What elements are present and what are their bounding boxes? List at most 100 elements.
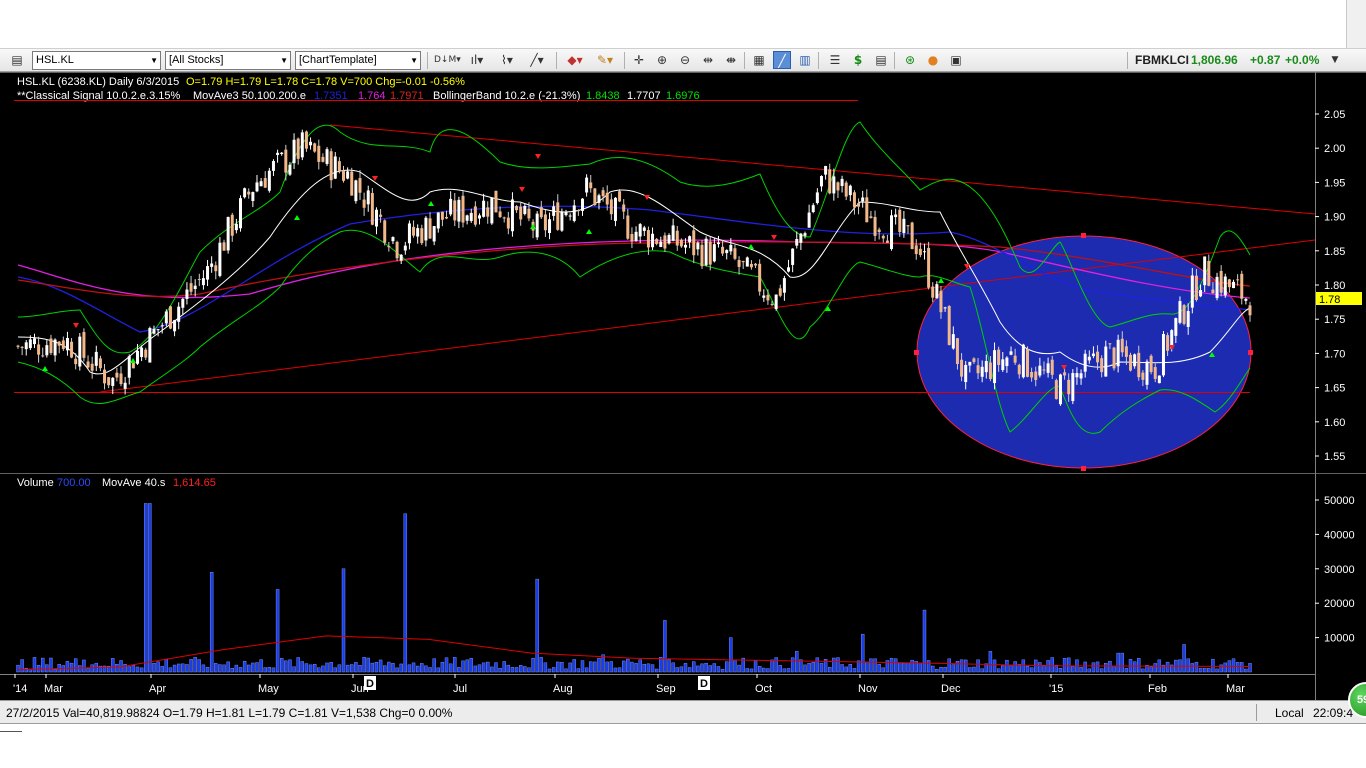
template-combo[interactable]: [ChartTemplate] ▼	[295, 51, 421, 70]
candle-body	[313, 143, 317, 152]
fit-icon[interactable]: ⇹	[699, 51, 717, 69]
volume-bar	[242, 660, 247, 673]
resistance-trendline[interactable]	[329, 124, 1316, 215]
volume-bar	[955, 661, 960, 673]
active-chart-icon[interactable]: ╱	[773, 51, 791, 69]
volume-bar	[436, 667, 440, 673]
price-tick-label: 1.65	[1324, 383, 1345, 395]
list-icon[interactable]: ☰	[826, 51, 844, 69]
candle-body	[445, 216, 449, 219]
volume-bar	[176, 663, 181, 673]
volume-bar	[444, 657, 449, 673]
time-tick-label: Mar	[44, 683, 63, 695]
volume-bar	[795, 651, 799, 673]
candle-body	[37, 344, 41, 355]
candle-body	[337, 161, 341, 171]
volume-bar	[131, 665, 136, 673]
ellipse-handle[interactable]	[1081, 233, 1086, 238]
volume-bar	[778, 665, 782, 673]
candle-body	[477, 215, 481, 219]
candle-body	[251, 192, 255, 201]
candle-body	[774, 294, 778, 310]
candle-body	[366, 190, 370, 205]
chart-type-icon[interactable]: ıl▾	[466, 51, 488, 69]
volume-bar	[251, 662, 255, 673]
chart-area[interactable]: HSL.KL (6238.KL) Daily 6/3/2015 O=1.79 H…	[0, 72, 1366, 700]
candle-body	[626, 215, 630, 239]
dividend-marker-label: D	[366, 678, 374, 690]
volume-bar	[350, 664, 354, 673]
candle-body	[865, 197, 869, 223]
volume-bar	[308, 664, 313, 673]
stock-filter-combo[interactable]: [All Stocks] ▼	[165, 51, 291, 70]
candle-body	[1133, 354, 1137, 367]
volume-bar	[1038, 662, 1042, 673]
candle-body	[309, 141, 313, 146]
scrollbar-stub[interactable]	[1346, 0, 1366, 48]
candle-body	[844, 182, 848, 197]
index-percent: +0.0%	[1285, 53, 1320, 67]
ohlc-text: O=1.79 H=1.79 L=1.78 C=1.78 V=700 Chg=-0…	[186, 76, 465, 88]
volume-bar	[597, 657, 601, 673]
volume-bar	[453, 657, 457, 673]
candle-body	[836, 182, 840, 191]
volume-bar	[1091, 662, 1096, 673]
volume-bar	[481, 662, 486, 673]
volume-bar	[280, 658, 284, 673]
volume-bar	[407, 664, 412, 673]
candle-body	[354, 180, 358, 202]
bar-chart-icon[interactable]: ▥	[796, 51, 814, 69]
draw-line-icon[interactable]: ╱▾	[526, 51, 548, 69]
indicator-icon[interactable]: ⌇▾	[496, 51, 518, 69]
candle-body	[263, 178, 267, 188]
zoom-out-icon[interactable]: ⊖	[676, 51, 694, 69]
candle-body	[552, 206, 556, 216]
scroll-icon[interactable]: ⇼	[722, 51, 740, 69]
candle-body	[819, 176, 823, 187]
volume-bar	[626, 658, 630, 673]
volume-bar-series[interactable]	[16, 503, 1252, 673]
layout-icon[interactable]: ▦	[750, 51, 768, 69]
period-icon[interactable]: D↓M▾	[434, 51, 461, 69]
toolbar-separator	[1127, 52, 1128, 69]
chart-svg[interactable]: HSL.KL (6238.KL) Daily 6/3/2015 O=1.79 H…	[0, 72, 1366, 700]
ellipse-handle[interactable]	[914, 350, 919, 355]
volume-bar	[333, 667, 337, 673]
volume-bar	[337, 664, 342, 673]
dollar-icon[interactable]: $	[849, 51, 867, 69]
chat-icon[interactable]: ●	[924, 51, 942, 69]
film-icon[interactable]: ▣	[947, 51, 965, 69]
candle-body	[960, 359, 964, 377]
color-palette-icon[interactable]: ✎▾	[594, 51, 616, 69]
window-bottom-blank	[0, 724, 1366, 768]
volume-bar	[931, 665, 935, 673]
ellipse-handle[interactable]	[1248, 350, 1253, 355]
zoom-in-icon[interactable]: ⊕	[653, 51, 671, 69]
candle-body	[1236, 279, 1240, 281]
toolbar-separator	[624, 52, 625, 69]
symbol-combo[interactable]: HSL.KL ▼	[32, 51, 161, 70]
page-icon[interactable]: ▤	[8, 51, 26, 69]
candle-body	[1166, 335, 1170, 351]
volume-bar	[284, 660, 288, 673]
volume-bar	[247, 664, 251, 673]
grid-icon[interactable]: ▤	[872, 51, 890, 69]
volume-bar	[432, 658, 436, 673]
crosshair-icon[interactable]: ✛	[630, 51, 648, 69]
eraser-icon[interactable]: ◆▾	[564, 51, 586, 69]
scan-icon[interactable]: ⊛	[901, 51, 919, 69]
volume-bar	[700, 663, 704, 673]
volume-bar	[654, 668, 659, 673]
toolbar-separator	[744, 52, 745, 69]
volume-tick-label: 40000	[1324, 529, 1355, 541]
chevron-down-icon[interactable]: ▼	[1326, 51, 1344, 69]
candle-body	[387, 246, 391, 248]
candle-body	[271, 161, 275, 171]
candle-body	[1203, 256, 1207, 286]
candle-body	[346, 171, 350, 179]
sell-signal-arrow	[771, 235, 777, 240]
ellipse-handle[interactable]	[1081, 466, 1086, 471]
volume-bar	[321, 665, 325, 673]
candle-body	[762, 295, 766, 298]
volume-bar	[1062, 658, 1067, 673]
